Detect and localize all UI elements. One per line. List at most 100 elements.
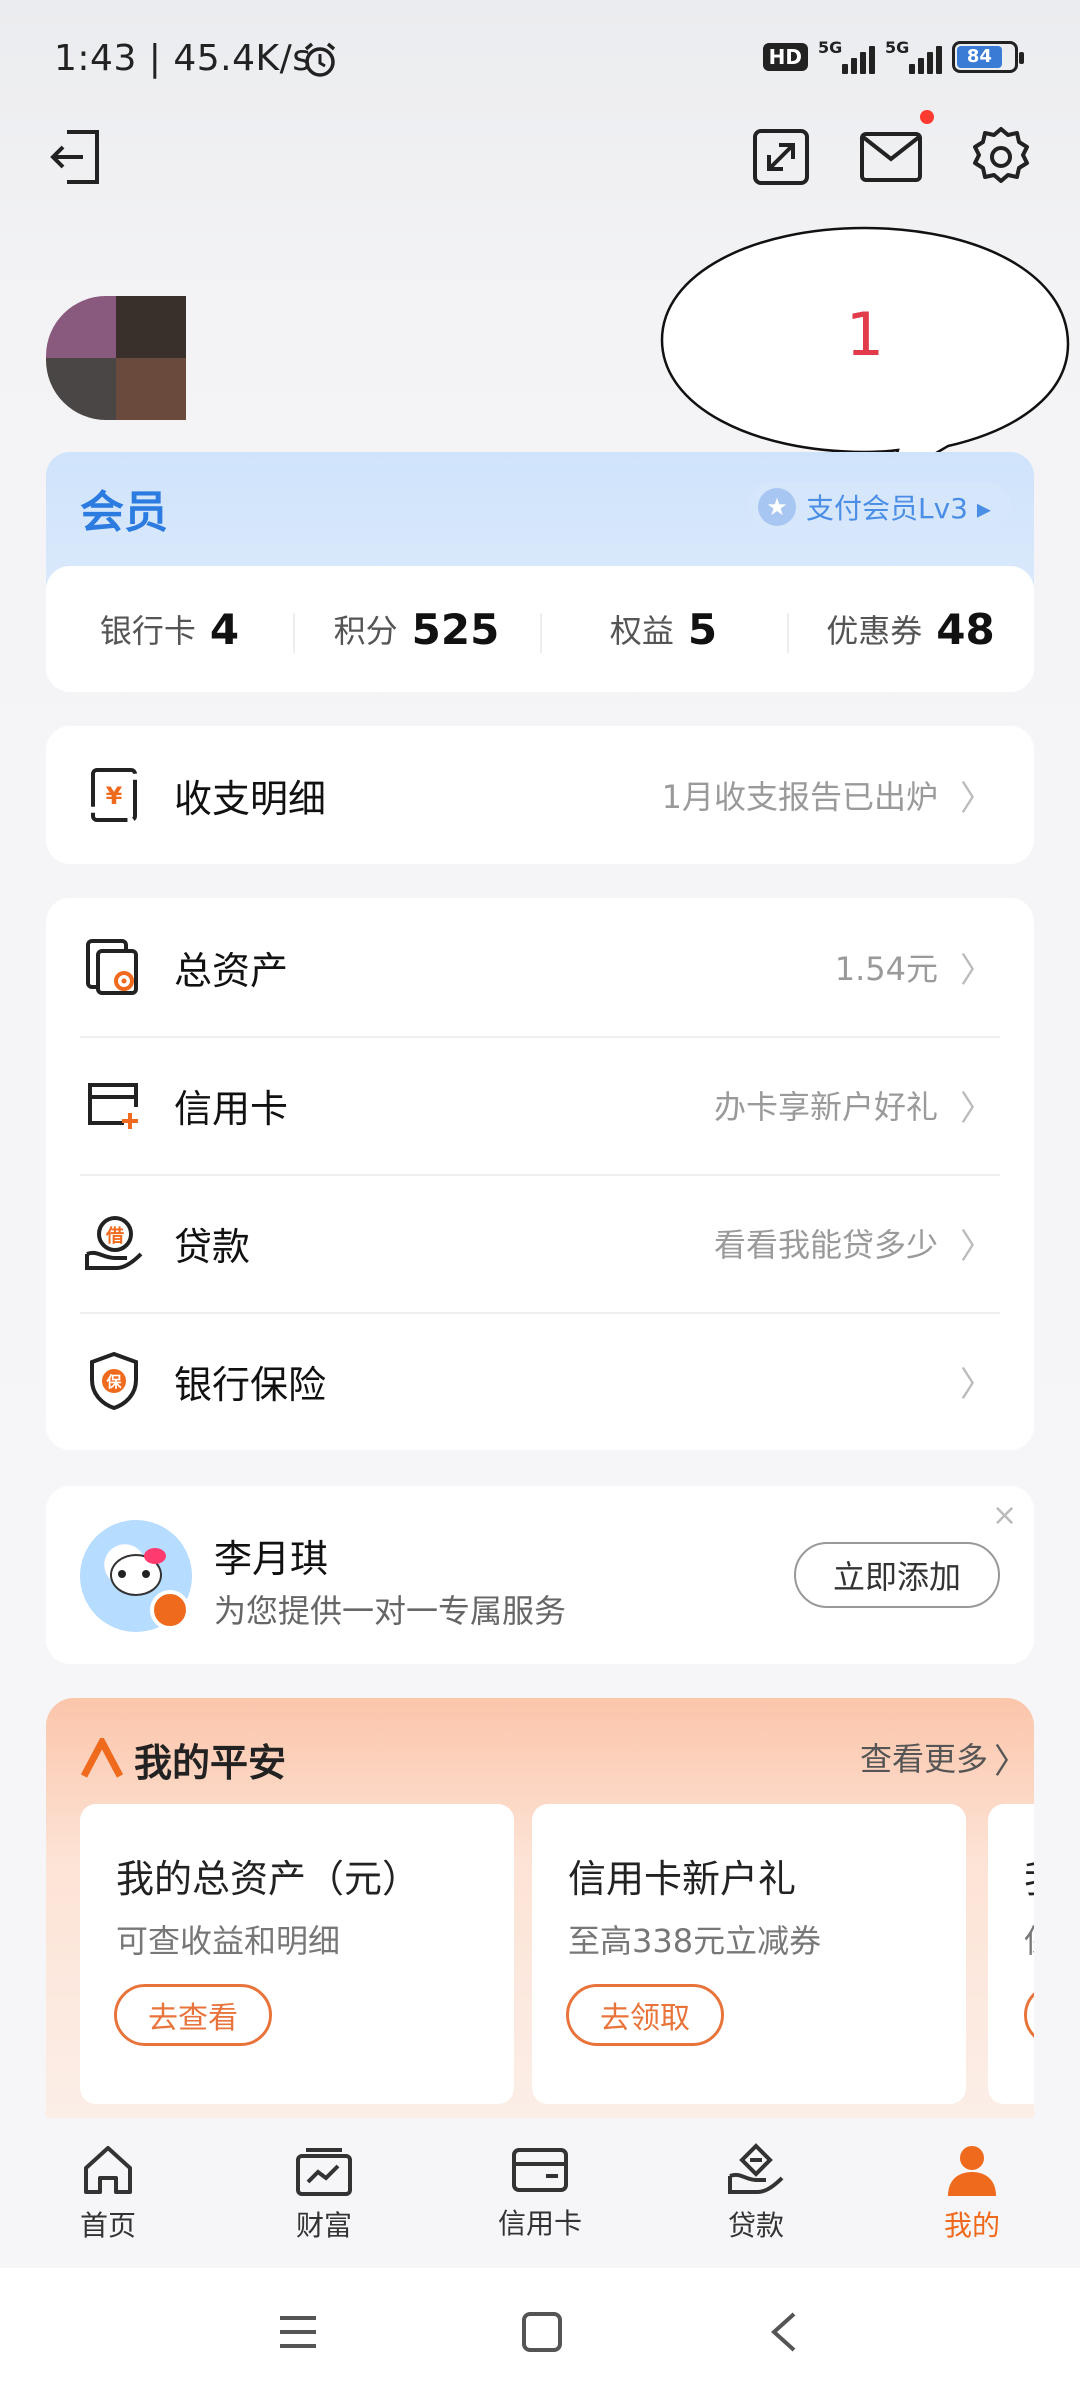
menu-item-loan[interactable]: 借 贷款 看看我能贷多少 〉 bbox=[46, 1174, 1034, 1312]
statement-row[interactable]: ¥ 收支明细 1月收支报告已出炉 〉 bbox=[46, 726, 1034, 864]
menu-item-label: 信用卡 bbox=[174, 1086, 289, 1131]
menu-item-hint: 办卡享新户好礼 bbox=[713, 1088, 938, 1126]
chevron-right-icon: 〉 bbox=[960, 950, 994, 991]
network-label: 5G bbox=[885, 38, 910, 57]
nav-label: 贷款 bbox=[727, 2209, 784, 2242]
nav-loan[interactable]: 贷款 bbox=[648, 2118, 864, 2268]
signal-icon: 5G bbox=[818, 38, 875, 74]
menu-item-label: 总资产 bbox=[174, 948, 289, 993]
back-icon[interactable] bbox=[764, 2310, 804, 2358]
status-icons: HD 5G 5G 84 bbox=[762, 38, 1024, 74]
stat-label: 积分 bbox=[333, 612, 398, 650]
stat-label: 银行卡 bbox=[99, 612, 196, 650]
stat-value: 5 bbox=[687, 604, 718, 654]
tile-subtitle: 可查收益和明细 bbox=[116, 1922, 341, 1960]
pingan-logo-icon bbox=[80, 1734, 124, 1782]
battery-level: 84 bbox=[957, 46, 1002, 68]
nav-wealth[interactable]: 财富 bbox=[216, 2118, 432, 2268]
notification-dot bbox=[920, 110, 934, 124]
member-title: 会员 bbox=[80, 487, 168, 538]
menu-item-label: 贷款 bbox=[174, 1224, 251, 1269]
mail-icon[interactable] bbox=[856, 122, 926, 192]
chevron-right-icon: 〉 bbox=[960, 1088, 994, 1129]
advisor-name: 李月琪 bbox=[214, 1537, 329, 1581]
tile-credit-card-gift[interactable]: 信用卡新户礼 至高338元立减券 去领取 bbox=[532, 1804, 966, 2104]
add-advisor-button[interactable]: 立即添加 bbox=[794, 1542, 1000, 1608]
stat-label: 权益 bbox=[609, 612, 674, 650]
chevron-right-icon: 〉 bbox=[960, 778, 994, 819]
tile-partial-clip: 我 保 bbox=[984, 1804, 1034, 2104]
shield-icon: 保 bbox=[82, 1349, 146, 1413]
advisor-subtitle: 为您提供一对一专属服务 bbox=[214, 1592, 567, 1630]
nav-label: 信用卡 bbox=[497, 2207, 582, 2240]
nav-label: 我的 bbox=[943, 2209, 1000, 2242]
stat-label: 优惠券 bbox=[826, 612, 923, 650]
logout-icon[interactable] bbox=[42, 122, 112, 192]
member-stats: 银行卡 4 积分 525 权益 5 优惠券 48 bbox=[46, 566, 1034, 692]
gear-icon[interactable] bbox=[966, 122, 1036, 192]
receipt-yuan-icon: ¥ bbox=[82, 763, 146, 827]
star-icon: ★ bbox=[758, 488, 796, 526]
chevron-right-icon: 〉 bbox=[960, 1364, 994, 1405]
statement-hint: 1月收支报告已出炉 bbox=[661, 778, 938, 816]
menu-item-label: 银行保险 bbox=[174, 1362, 327, 1407]
tile-title: 我 bbox=[1024, 1848, 1034, 1903]
nav-home[interactable]: 首页 bbox=[0, 2118, 216, 2268]
home-square-icon[interactable] bbox=[520, 2310, 564, 2358]
menu-icon[interactable] bbox=[276, 2312, 320, 2356]
close-icon[interactable]: × bbox=[992, 1498, 1017, 1533]
tile-title: 信用卡新户礼 bbox=[568, 1857, 797, 1901]
stat-coupons[interactable]: 优惠券 48 bbox=[787, 605, 1034, 654]
signal-icon: 5G bbox=[885, 38, 942, 74]
nav-label: 财富 bbox=[295, 2209, 352, 2242]
svg-text:¥: ¥ bbox=[106, 782, 123, 810]
menu-item-hint: 1.54元 bbox=[834, 950, 938, 988]
stat-benefits[interactable]: 权益 5 bbox=[540, 605, 787, 654]
stat-value: 525 bbox=[411, 604, 500, 654]
loan-icon bbox=[728, 2143, 784, 2194]
menu-item-insurance[interactable]: 保 银行保险 〉 bbox=[46, 1312, 1034, 1450]
loan-hand-icon: 借 bbox=[82, 1211, 146, 1275]
status-time: 1:43 | 45.4K/s bbox=[54, 38, 312, 79]
advisor-avatar[interactable] bbox=[80, 1520, 192, 1632]
claim-button[interactable]: 去领取 bbox=[566, 1984, 724, 2046]
tile-subtitle: 至高338元立减券 bbox=[568, 1922, 822, 1960]
statement-card: ¥ 收支明细 1月收支报告已出炉 〉 bbox=[46, 726, 1034, 864]
credit-card-add-icon bbox=[82, 1073, 146, 1137]
partial-button[interactable] bbox=[1024, 1984, 1034, 2046]
see-more-link[interactable]: 查看更多 bbox=[860, 1734, 988, 1780]
nav-credit-card[interactable]: 信用卡 bbox=[432, 2118, 648, 2268]
tile-subtitle: 保 bbox=[1024, 1916, 1034, 1962]
home-icon bbox=[84, 2146, 132, 2194]
chevron-right-icon: 〉 bbox=[994, 1742, 1028, 1782]
stat-bank-cards[interactable]: 银行卡 4 bbox=[46, 605, 293, 654]
share-icon[interactable] bbox=[746, 122, 816, 192]
bottom-nav: 首页 财富 信用卡 贷款 我的 bbox=[0, 2118, 1080, 2268]
alarm-icon bbox=[300, 40, 340, 84]
nav-mine[interactable]: 我的 bbox=[864, 2118, 1080, 2268]
chevron-right-icon: 〉 bbox=[960, 1226, 994, 1267]
menu-item-total-assets[interactable]: 总资产 1.54元 〉 bbox=[46, 898, 1034, 1036]
system-nav-bar bbox=[0, 2268, 1080, 2400]
menu-item-credit-card[interactable]: 信用卡 办卡享新户好礼 〉 bbox=[46, 1036, 1034, 1174]
assets-menu-card: 总资产 1.54元 〉 信用卡 办卡享新户好礼 〉 借 贷款 看看我能贷多少 〉… bbox=[46, 898, 1034, 1450]
svg-text:保: 保 bbox=[105, 1373, 122, 1391]
tile-total-assets[interactable]: 我的总资产（元） 可查收益和明细 去查看 bbox=[80, 1804, 514, 2104]
member-level-badge[interactable]: ★ 支付会员Lv3 ▸ bbox=[748, 482, 1011, 532]
avatar[interactable] bbox=[46, 296, 186, 420]
stat-value: 4 bbox=[209, 604, 240, 654]
network-label: 5G bbox=[818, 38, 843, 57]
svg-text:借: 借 bbox=[105, 1225, 124, 1247]
bubble-number: 1 bbox=[845, 300, 885, 370]
nav-label: 首页 bbox=[79, 2209, 136, 2242]
menu-item-hint: 看看我能贷多少 bbox=[713, 1226, 938, 1264]
statement-title: 收支明细 bbox=[174, 776, 327, 821]
stat-value: 48 bbox=[936, 604, 995, 654]
my-pingan-title: 我的平安 bbox=[134, 1741, 287, 1785]
view-button[interactable]: 去查看 bbox=[114, 1984, 272, 2046]
stat-points[interactable]: 积分 525 bbox=[293, 605, 540, 654]
credit-card-icon bbox=[512, 2148, 568, 2192]
battery-icon: 84 bbox=[952, 41, 1024, 73]
tile-partial[interactable]: 我 保 bbox=[988, 1804, 1034, 2104]
person-icon bbox=[948, 2146, 996, 2196]
